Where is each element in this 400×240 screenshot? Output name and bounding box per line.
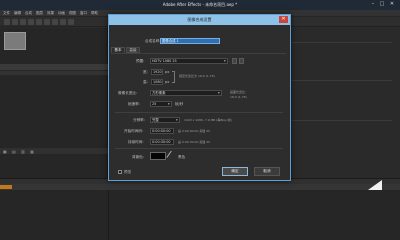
menu-layer[interactable]: 图层 (36, 11, 43, 16)
preview-checkbox-label: 预览 (124, 170, 132, 174)
height-label: 高: (143, 80, 148, 84)
duration-label: 持续时间: (128, 140, 144, 144)
pixel-aspect-label: 像素长宽比: (118, 91, 138, 95)
ok-button[interactable]: 确定 (222, 167, 248, 176)
pixel-aspect-dropdown[interactable]: 方形像素 (150, 90, 222, 96)
timeline-current-time-marker[interactable] (0, 185, 12, 189)
bg-color-name: 黑色 (178, 155, 186, 159)
frame-rate-label: 帧速率: (128, 102, 140, 106)
hand-tool-icon[interactable] (12, 19, 18, 25)
menu-window[interactable]: 窗口 (80, 11, 87, 16)
project-footer-icons[interactable]: ▣ ▤ ▥ ▦ (3, 149, 36, 154)
timeline-divider (108, 190, 109, 240)
comp-name-label: 合成名称: (145, 39, 161, 43)
app-title: Adobe After Effects - 未命名项目.aep * (162, 2, 238, 7)
save-preset-icon[interactable] (232, 58, 237, 64)
width-unit: px (165, 70, 170, 74)
frame-aspect-label: 画面长宽比: (230, 90, 247, 94)
cursor-arrow-icon (368, 180, 382, 190)
preset-label: 预置: (136, 59, 145, 63)
duration-note: 是 0:00:30:00 基础 25 (178, 140, 211, 144)
menu-view[interactable]: 视图 (69, 11, 76, 16)
pen-tool-icon[interactable] (60, 19, 66, 25)
resolution-note: 1920 x 1080, 7.9 MB (每8bpc帧) (184, 118, 232, 122)
project-panel (0, 28, 108, 178)
menu-help[interactable]: 帮助 (91, 11, 98, 16)
height-unit: px (165, 80, 170, 84)
zoom-tool-icon[interactable] (20, 19, 26, 25)
height-input[interactable]: 1080 (151, 79, 163, 85)
width-label: 宽: (143, 70, 148, 74)
tab-divider (111, 53, 286, 54)
menu-edit[interactable]: 编辑 (14, 11, 21, 16)
resolution-value: 完整 (152, 118, 159, 122)
text-tool-icon[interactable] (68, 19, 74, 25)
project-column-header (0, 71, 108, 75)
cancel-button[interactable]: 取消 (254, 167, 280, 176)
pixel-aspect-value: 方形像素 (152, 91, 166, 95)
link-icon[interactable] (172, 71, 175, 83)
project-search-bar[interactable] (0, 64, 108, 70)
chevron-down-icon[interactable]: ▾ (168, 102, 170, 106)
preview-checkbox[interactable] (118, 170, 122, 174)
mask-tool-icon[interactable] (52, 19, 58, 25)
menu-file[interactable]: 文件 (3, 11, 10, 16)
frame-aspect-value: 16:9 (1.78) (230, 95, 247, 99)
menu-animation[interactable]: 动画 (58, 11, 65, 16)
project-thumbnail (4, 32, 26, 50)
pan-behind-tool-icon[interactable] (44, 19, 50, 25)
chevron-down-icon[interactable]: ▾ (224, 59, 226, 63)
chevron-down-icon[interactable]: ▾ (176, 118, 178, 122)
resolution-label: 分辨率: (133, 118, 145, 122)
section-divider (115, 148, 283, 149)
timeline-panel (0, 190, 400, 240)
fps-unit: 帧/秒 (175, 102, 184, 106)
duration-input[interactable]: 0:00:30:00 (150, 139, 174, 145)
selection-tool-icon[interactable] (4, 19, 10, 25)
bg-color-label: 背景色: (132, 155, 144, 159)
panel-divider (292, 80, 392, 81)
rotate-tool-icon[interactable] (28, 19, 34, 25)
panel-divider (292, 120, 392, 121)
close-icon[interactable]: ✕ (279, 16, 288, 23)
window-close-icon[interactable]: ✕ (389, 1, 395, 7)
chevron-down-icon[interactable]: ▾ (218, 91, 220, 95)
camera-tool-icon[interactable] (36, 19, 42, 25)
start-timecode-label: 开始时间码: (124, 129, 144, 133)
bg-color-swatch[interactable] (150, 152, 166, 160)
delete-preset-icon[interactable] (239, 58, 244, 64)
maximize-icon[interactable]: □ (379, 1, 385, 7)
info-panel (288, 28, 400, 178)
preset-value: HDTV 1080 25 (152, 59, 177, 63)
start-timecode-note: 是 0:00:00:00 基础 25 (178, 129, 211, 133)
menu-composition[interactable]: 合成 (25, 11, 32, 16)
panel-divider (292, 42, 392, 43)
preset-dropdown[interactable]: HDTV 1080 25 (150, 58, 228, 64)
start-timecode-input[interactable]: 0:00:00:00 (150, 128, 174, 134)
lock-ratio-note: 锁定长宽比为 16:9 (1.78) (179, 74, 215, 78)
menu-effect[interactable]: 效果 (47, 11, 54, 16)
comp-name-input[interactable]: 图像合成 1 (160, 38, 220, 44)
dialog-title: 图像合成设置 (187, 17, 212, 22)
section-divider (115, 112, 283, 113)
minimize-icon[interactable]: – (370, 1, 376, 7)
width-input[interactable]: 1920 (151, 69, 163, 75)
